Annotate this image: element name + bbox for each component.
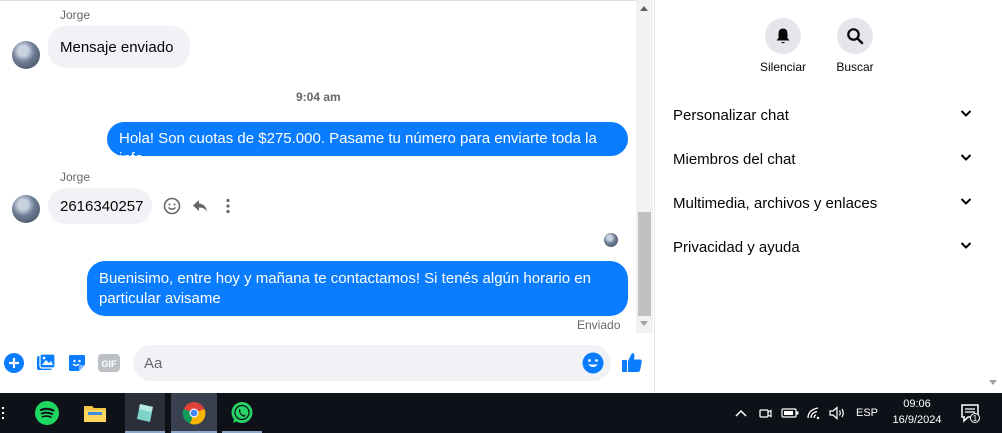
message-bubble-incoming[interactable]: Mensaje enviado — [48, 26, 190, 68]
avatar[interactable] — [12, 41, 40, 69]
chat-panel: Jorge Mensaje enviado 9:04 am Hola! Son … — [0, 0, 655, 393]
gif-icon[interactable]: GIF — [98, 352, 120, 374]
language-indicator[interactable]: ESP — [853, 393, 881, 433]
chat-info-panel: Silenciar Buscar Personalizar chat Miemb… — [656, 0, 1002, 393]
clock-date: 16/9/2024 — [892, 414, 942, 426]
section-privacy-help[interactable]: Privacidad y ayuda — [673, 233, 973, 261]
message-input[interactable] — [133, 345, 611, 381]
section-media-files-links[interactable]: Multimedia, archivos y enlaces — [673, 189, 973, 217]
file-explorer-icon[interactable] — [75, 393, 115, 433]
search-icon — [837, 18, 873, 54]
app-icon[interactable] — [125, 393, 165, 433]
emoji-icon[interactable] — [582, 352, 604, 374]
mute-button[interactable]: Silenciar — [748, 18, 818, 74]
message-text: Buenisimo, entre hoy y mañana te contact… — [99, 270, 591, 307]
message-text: 2616340257 — [60, 197, 144, 215]
chat-scrollbar[interactable] — [636, 0, 653, 333]
message-bubble-outgoing[interactable]: Hola! Son cuotas de $275.000. Pasame tu … — [107, 122, 628, 167]
scroll-down-arrow-icon[interactable] — [640, 321, 648, 326]
message-composer: GIF — [0, 340, 655, 386]
spotify-icon[interactable] — [27, 393, 67, 433]
read-receipt-avatar — [604, 233, 618, 247]
section-label: Privacidad y ayuda — [673, 238, 800, 256]
wifi-icon[interactable] — [805, 393, 823, 433]
meet-now-icon[interactable] — [756, 393, 774, 433]
clock[interactable]: 09:06 16/9/2024 — [885, 396, 949, 428]
message-status: Enviado — [577, 318, 621, 332]
image-icon[interactable] — [35, 352, 57, 374]
section-customize-chat[interactable]: Personalizar chat — [673, 101, 973, 129]
avatar[interactable] — [12, 195, 40, 223]
volume-icon[interactable] — [828, 393, 848, 433]
section-label: Multimedia, archivos y enlaces — [673, 194, 878, 212]
mute-label: Silenciar — [759, 60, 807, 74]
chevron-down-icon — [959, 194, 973, 212]
divider — [0, 0, 636, 3]
chevron-down-icon — [959, 238, 973, 256]
whatsapp-icon[interactable] — [222, 393, 262, 433]
message-text: Mensaje enviado — [60, 38, 174, 56]
battery-icon[interactable] — [780, 393, 800, 433]
chevron-down-icon — [959, 150, 973, 168]
react-emoji-icon[interactable] — [161, 195, 183, 217]
sender-name: Jorge — [60, 170, 91, 184]
sender-name: Jorge — [60, 8, 91, 22]
chevron-down-icon — [959, 106, 973, 124]
message-text: Hola! Son cuotas de $275.000. Pasame tu … — [119, 130, 597, 167]
message-bubble-outgoing[interactable]: Buenisimo, entre hoy y mañana te contact… — [87, 261, 628, 316]
timestamp: 9:04 am — [296, 90, 341, 104]
search-label: Buscar — [836, 60, 874, 74]
plus-circle-icon[interactable] — [3, 352, 25, 374]
scroll-up-arrow-icon[interactable] — [640, 6, 648, 11]
message-bubble-incoming[interactable]: 2616340257 — [48, 188, 152, 224]
section-label: Miembros del chat — [673, 150, 796, 168]
reply-icon[interactable] — [189, 195, 211, 217]
notifications-icon[interactable]: 1 — [957, 393, 983, 433]
sticker-icon[interactable] — [66, 352, 88, 374]
chrome-icon[interactable] — [171, 393, 217, 433]
search-button[interactable]: Buscar — [820, 18, 890, 74]
svg-text:1: 1 — [973, 414, 978, 423]
more-options-icon[interactable] — [217, 195, 239, 217]
chevron-up-icon[interactable] — [732, 393, 750, 433]
bell-icon — [765, 18, 801, 54]
scrollbar-thumb[interactable] — [638, 212, 651, 316]
clock-time: 09:06 — [903, 398, 931, 410]
svg-text:GIF: GIF — [102, 359, 118, 369]
scroll-down-arrow-icon[interactable] — [989, 380, 997, 385]
thumbs-up-icon[interactable] — [621, 351, 643, 373]
taskbar: ESP 09:06 16/9/2024 1 — [0, 393, 1002, 433]
taskbar-edge — [2, 407, 5, 419]
info-panel-scrollbar[interactable] — [985, 0, 1002, 393]
section-chat-members[interactable]: Miembros del chat — [673, 145, 973, 173]
section-label: Personalizar chat — [673, 106, 789, 124]
